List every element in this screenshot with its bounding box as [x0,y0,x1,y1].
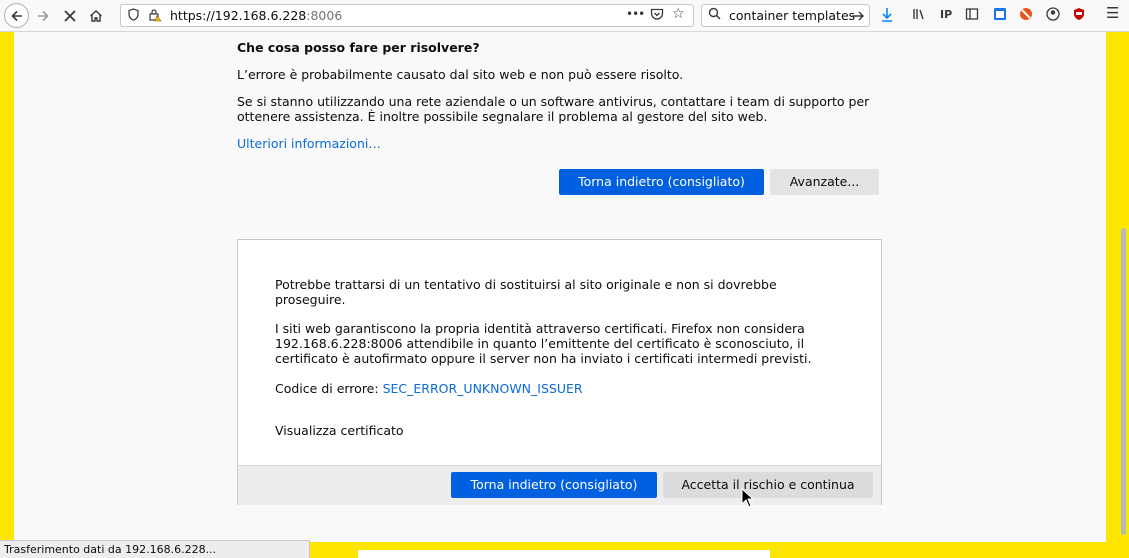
account-icon[interactable] [1046,7,1060,25]
shield-icon[interactable] [128,8,139,24]
status-bar: Trasferimento dati da 192.168.6.228... [0,540,310,558]
search-icon [708,7,721,24]
ublock-origin-icon[interactable] [1072,7,1086,25]
stop-button[interactable] [58,4,82,28]
view-certificate-link[interactable]: Visualizza certificato [275,423,404,438]
home-button[interactable] [84,4,108,28]
paragraph-2-line-1: Se si stanno utilizzando una rete aziend… [237,94,870,109]
back-recommended-button-2[interactable]: Torna indietro (consigliato) [451,472,657,498]
page-bottom-strip [358,550,770,558]
calendar-extension-icon[interactable] [993,7,1007,25]
ip-address-icon[interactable]: IP [940,7,952,23]
hamburger-menu-icon[interactable]: ☰ [1106,5,1119,21]
url-text[interactable]: https://192.168.6.228:8006 [170,8,342,23]
search-go-icon[interactable] [851,6,865,27]
url-bar[interactable]: https://192.168.6.228:8006 ••• ☆ [120,4,694,27]
advanced-text-line-2: proseguire. [275,292,346,307]
back-recommended-button[interactable]: Torna indietro (consigliato) [559,169,764,195]
learn-more-link[interactable]: Ulteriori informazioni… [237,136,381,151]
advanced-text-line-1: Potrebbe trattarsi di un tentativo di so… [275,277,777,292]
advanced-panel: Potrebbe trattarsi di un tentativo di so… [237,239,882,505]
search-input[interactable]: container templates [729,8,855,23]
advanced-panel-footer: Torna indietro (consigliato) Accetta il … [238,465,881,505]
browser-toolbar: https://192.168.6.228:8006 ••• ☆ contain… [0,0,1129,32]
accept-risk-button[interactable]: Accetta il rischio e continua [663,472,873,498]
insecure-lock-icon[interactable] [148,8,162,25]
url-host: https://192.168.6.228 [170,8,307,23]
home-icon [90,10,102,22]
error-code-row: Codice di errore: SEC_ERROR_UNKNOWN_ISSU… [275,381,835,396]
forward-button[interactable] [31,4,55,28]
advanced-button[interactable]: Avanzate... [770,169,879,195]
close-icon [64,10,76,22]
pocket-icon[interactable] [650,8,664,24]
url-port: :8006 [306,8,343,23]
search-bar[interactable]: container templates [701,4,870,27]
download-icon[interactable] [880,7,894,27]
arrow-left-icon [10,10,22,21]
mouse-cursor-icon [741,488,753,508]
error-code-link[interactable]: SEC_ERROR_UNKNOWN_ISSUER [383,381,583,396]
page-heading: Che cosa posso fare per risolvere? [237,40,480,55]
block-extension-icon[interactable] [1019,7,1033,25]
bookmark-star-icon[interactable]: ☆ [672,6,685,22]
advanced-text-line-3: I siti web garantiscono la propria ident… [275,321,805,336]
library-icon[interactable] [912,7,926,25]
paragraph-1: L’errore è probabilmente causato dal sit… [237,67,684,82]
advanced-text-line-4: 192.168.6.228:8006 attendibile in quanto… [275,336,805,351]
page-actions-menu-icon[interactable]: ••• [626,7,645,21]
advanced-text-line-5: certificato è autofirmato oppure il serv… [275,351,812,366]
arrow-right-icon [38,10,49,22]
paragraph-2-line-2: ottenere assistenza. È inoltre possibile… [237,109,768,124]
scrollbar-thumb[interactable] [1121,228,1126,535]
error-code-label: Codice di errore: [275,381,379,396]
back-button[interactable] [4,3,29,28]
sidebar-icon[interactable] [965,7,979,25]
